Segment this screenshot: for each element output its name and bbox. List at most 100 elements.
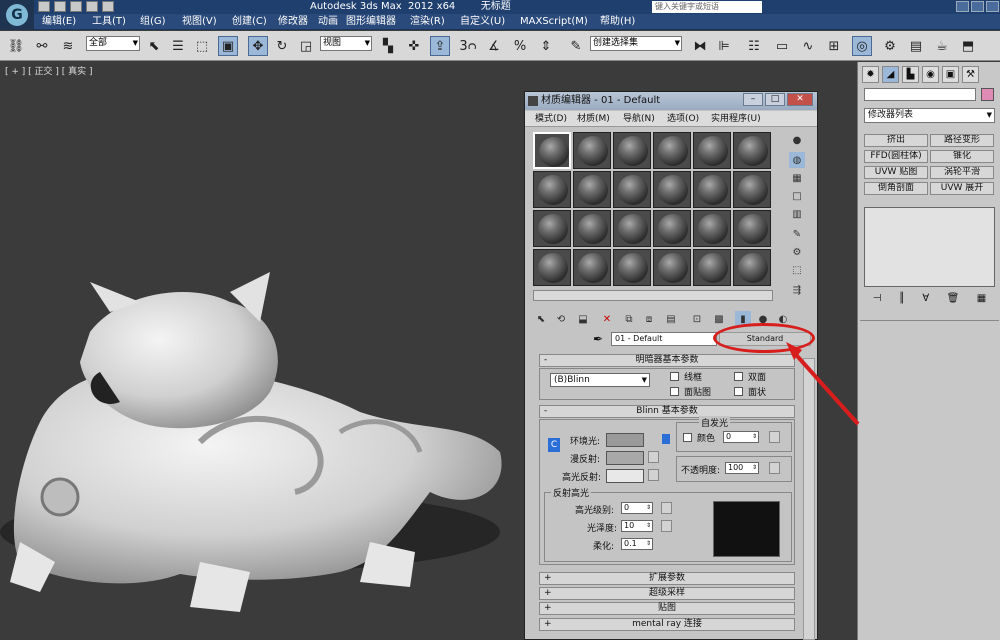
sample-slot[interactable] [653,210,691,247]
opacity-map-button[interactable] [769,462,780,474]
glossiness-map-button[interactable] [661,520,672,532]
info-icon[interactable] [986,1,999,12]
modifier-button-ffd-cylinder[interactable]: FFD(圆柱体) [864,150,928,163]
sample-slot[interactable] [573,249,611,286]
bind-space-warp-icon[interactable]: ≋ [58,36,78,56]
ambient-diffuse-lock-button[interactable]: C [548,438,560,452]
backlight-icon[interactable]: ◍ [789,152,805,168]
material-editor-icon[interactable]: ◎ [852,36,872,56]
modifier-button-path-deform[interactable]: 路径变形 [930,134,994,147]
sample-slot[interactable] [653,249,691,286]
render-iterative-icon[interactable]: ⬒ [958,36,978,56]
menu-modifiers[interactable]: 修改器 [278,14,308,30]
maps-header[interactable]: + 贴图 [539,602,795,615]
app-logo[interactable]: G [0,0,34,30]
self-illum-map-button[interactable] [769,431,780,443]
align-icon[interactable]: ⊫ [714,36,734,56]
curve-editor-icon[interactable]: ∿ [798,36,818,56]
sample-uv-tiling-icon[interactable]: □ [789,188,805,204]
menu-customize[interactable]: 自定义(U) [460,14,505,30]
modifier-button-turbosmooth[interactable]: 涡轮平滑 [930,166,994,179]
unlink-icon[interactable]: ⚯ [32,36,52,56]
new-file-icon[interactable] [38,1,50,12]
sample-slot[interactable] [613,249,651,286]
sample-slot[interactable] [733,132,771,169]
opacity-spinner[interactable]: 100 ⇕ [725,462,759,474]
modifier-button-uvw-map[interactable]: UVW 贴图 [864,166,928,179]
diffuse-color-swatch[interactable] [606,451,644,465]
menu-help[interactable]: 帮助(H) [600,14,635,30]
rendered-frame-window-icon[interactable]: ▤ [906,36,926,56]
video-color-check-icon[interactable]: ▥ [789,206,805,222]
close-button[interactable]: ✕ [787,93,813,106]
named-selection-dropdown[interactable]: 创建选择集 ▼ [590,36,682,51]
schematic-view-icon[interactable]: ⊞ [824,36,844,56]
select-object-icon[interactable]: ⬉ [144,36,164,56]
undo-icon[interactable] [86,1,98,12]
pivot-center-icon[interactable]: ▚ [378,36,398,56]
sample-slot[interactable] [573,171,611,208]
open-file-icon[interactable] [54,1,66,12]
menu-maxscript[interactable]: MAXScript(M) [520,14,588,30]
percent-snap-icon[interactable]: % [510,36,530,56]
modifier-button-bevel-profile[interactable]: 倒角剖面 [864,182,928,195]
me-menu-utilities[interactable]: 实用程序(U) [711,111,761,127]
modifier-button-extrude[interactable]: 挤出 [864,134,928,147]
sample-slot[interactable] [693,171,731,208]
two-sided-checkbox[interactable] [734,372,743,381]
self-illum-color-checkbox[interactable] [683,433,692,442]
render-setup-icon[interactable]: ⚙ [880,36,900,56]
diffuse-map-button[interactable] [648,451,659,463]
make-unique-icon[interactable]: ⧈ [641,311,657,327]
get-material-icon[interactable]: ⬉ [533,311,549,327]
mental-ray-connection-header[interactable]: + mental ray 连接 [539,618,795,631]
diffuse-specular-lock-button[interactable] [662,434,670,444]
sample-slot[interactable] [693,132,731,169]
object-name-field[interactable] [864,88,976,101]
slots-horizontal-scrollbar[interactable] [533,290,773,301]
shader-type-dropdown[interactable]: (B)Blinn ▼ [550,373,650,387]
search-input[interactable]: 键入关键字或短语 [652,1,762,13]
select-by-name-icon[interactable]: ☰ [168,36,188,56]
menu-rendering[interactable]: 渲染(R) [410,14,445,30]
make-preview-icon[interactable]: ✎ [789,226,805,242]
sample-slot[interactable] [693,210,731,247]
wire-checkbox[interactable] [670,372,679,381]
sample-slot[interactable] [573,210,611,247]
edit-named-selection-icon[interactable]: ✎ [566,36,586,56]
create-tab-icon[interactable]: ✹ [862,66,879,83]
self-illum-spinner[interactable]: 0 ⇕ [723,431,759,443]
specular-level-map-button[interactable] [661,502,672,514]
remove-modifier-icon[interactable]: 🗑 [947,293,960,304]
sample-slot[interactable] [733,171,771,208]
select-manipulate-icon[interactable]: ✜ [404,36,424,56]
sample-slot[interactable] [613,132,651,169]
modifier-button-unwrap-uvw[interactable]: UVW 展开 [930,182,994,195]
sample-slot[interactable] [653,132,691,169]
motion-tab-icon[interactable]: ◉ [922,66,939,83]
star-icon[interactable] [971,1,984,12]
hierarchy-tab-icon[interactable]: ▙ [902,66,919,83]
help-icon[interactable] [956,1,969,12]
redo-icon[interactable] [102,1,114,12]
reference-coordinate-dropdown[interactable]: 视图 ▼ [320,36,372,51]
menu-edit[interactable]: 编辑(E) [42,14,76,30]
link-icon[interactable]: ⛓ [6,36,26,56]
sample-slot[interactable] [693,249,731,286]
modifier-button-taper[interactable]: 锥化 [930,150,994,163]
utilities-tab-icon[interactable]: ⚒ [962,66,979,83]
glossiness-spinner[interactable]: 10 ⇕ [621,520,653,532]
sample-slot[interactable] [613,171,651,208]
menu-views[interactable]: 视图(V) [182,14,217,30]
keyboard-shortcut-override-icon[interactable]: ⇪ [430,36,450,56]
sample-slot[interactable] [733,249,771,286]
graphite-ribbon-icon[interactable]: ▭ [772,36,792,56]
menu-graph-editors[interactable]: 图形编辑器 [346,14,396,30]
supersampling-header[interactable]: + 超级采样 [539,587,795,600]
select-and-scale-icon[interactable]: ◲ [296,36,316,56]
sample-slot[interactable] [733,210,771,247]
faceted-checkbox[interactable] [734,387,743,396]
sample-slot[interactable] [533,132,571,169]
modify-tab-icon[interactable]: ◢ [882,66,899,83]
menu-group[interactable]: 组(G) [140,14,166,30]
